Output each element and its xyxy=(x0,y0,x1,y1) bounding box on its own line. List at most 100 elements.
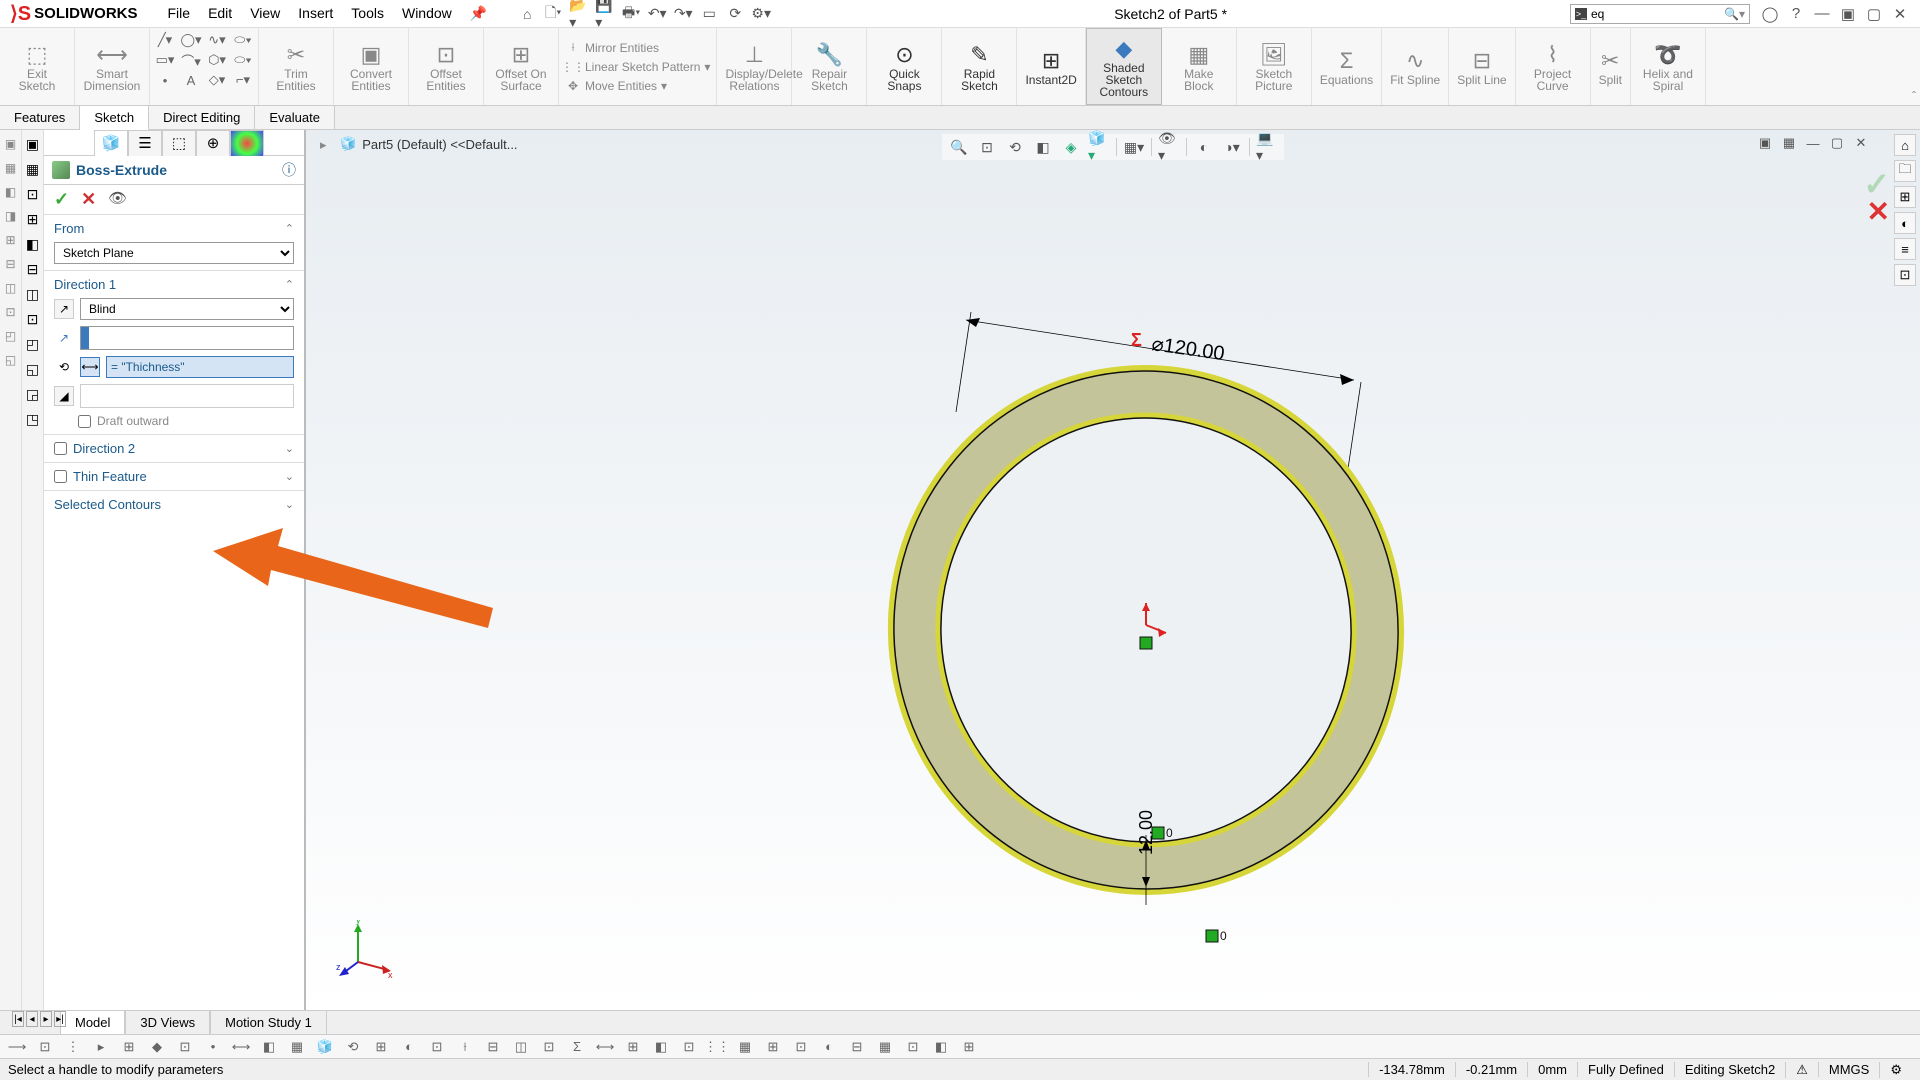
cancel-button[interactable]: ✕ xyxy=(81,189,96,210)
bt-ico-22[interactable]: ⟷ xyxy=(596,1038,614,1056)
bt-ico-10[interactable]: ◧ xyxy=(260,1038,278,1056)
vp-tile-icon[interactable]: ▣ xyxy=(1756,134,1774,152)
bt-ico-20[interactable]: ⊡ xyxy=(540,1038,558,1056)
bt-ico-14[interactable]: ⊞ xyxy=(372,1038,390,1056)
sketch-picture-button[interactable]: 🖼 Sketch Picture xyxy=(1237,28,1312,105)
taskpane-resources-icon[interactable]: ⌂ xyxy=(1894,134,1916,156)
dynamic-view-icon[interactable]: ◈ xyxy=(1060,136,1082,158)
rail-ico-3[interactable]: ◧ xyxy=(3,184,19,200)
vp-close-icon[interactable]: ✕ xyxy=(1852,134,1870,152)
section-dir1-header[interactable]: Direction 1 ⌃ xyxy=(54,277,294,292)
rapid-sketch-button[interactable]: ✎ Rapid Sketch xyxy=(942,28,1017,105)
tab-direct-editing[interactable]: Direct Editing xyxy=(149,106,255,129)
rail2-ico-8[interactable]: ⊡ xyxy=(27,311,39,328)
depth-refresh-icon[interactable]: ⟲ xyxy=(54,357,74,377)
edit-appearance-icon[interactable]: ◐ xyxy=(1193,136,1215,158)
depth-equation-input[interactable]: = "Thichness" xyxy=(106,356,294,378)
bt-ico-4[interactable]: ▸ xyxy=(92,1038,110,1056)
shaded-sketch-button[interactable]: ◆ Shaded Sketch Contours xyxy=(1086,28,1162,105)
bt-ico-21[interactable]: Σ xyxy=(568,1038,586,1056)
view-settings-icon[interactable]: 💻▾ xyxy=(1256,136,1278,158)
rail2-ico-5[interactable]: ◧ xyxy=(26,236,39,253)
split-line-button[interactable]: ⊟ Split Line xyxy=(1449,28,1515,105)
redo-icon[interactable]: ↷▾ xyxy=(673,4,693,24)
circle-icon[interactable]: ◯▾ xyxy=(182,31,200,49)
section-thin-feature[interactable]: Thin Feature ⌄ xyxy=(44,463,304,491)
cancel-feature-icon[interactable]: ✕ xyxy=(1867,195,1890,228)
bt-ico-35[interactable]: ⊞ xyxy=(960,1038,978,1056)
depth-icon[interactable]: ⟷ xyxy=(80,357,100,377)
bt-ico-5[interactable]: ⊞ xyxy=(120,1038,138,1056)
rail2-ico-12[interactable]: ◳ xyxy=(26,411,39,428)
vp-max-icon[interactable]: ▢ xyxy=(1828,134,1846,152)
menu-window[interactable]: Window xyxy=(402,5,452,22)
mirror-icon[interactable]: ⟊ xyxy=(565,40,581,56)
bt-ico-3[interactable]: ⋮ xyxy=(64,1038,82,1056)
rail-ico-10[interactable]: ◱ xyxy=(3,352,19,368)
bt-ico-2[interactable]: ⊡ xyxy=(36,1038,54,1056)
equations-button[interactable]: Σ Equations xyxy=(1312,28,1382,105)
bt-ico-13[interactable]: ⟲ xyxy=(344,1038,362,1056)
direction-vector-input[interactable] xyxy=(80,326,294,350)
zoom-area-icon[interactable]: ⊡ xyxy=(976,136,998,158)
draft-icon[interactable]: ◢ xyxy=(54,386,74,406)
bt-ico-17[interactable]: ⟊ xyxy=(456,1038,474,1056)
taskpane-design-icon[interactable]: 🗀 xyxy=(1894,160,1916,182)
direction-arrow-icon[interactable]: ↗ xyxy=(54,328,74,348)
bt-ico-9[interactable]: ⟷ xyxy=(232,1038,250,1056)
taskpane-view-icon[interactable]: ⊞ xyxy=(1894,186,1916,208)
vp-min-icon[interactable]: — xyxy=(1804,134,1822,152)
home-icon[interactable]: ⌂ xyxy=(517,4,537,24)
convert-entities-button[interactable]: ▣ Convert Entities xyxy=(334,28,409,105)
rectangle-icon[interactable]: ▭▾ xyxy=(156,51,174,69)
bt-ico-12[interactable]: 🧊 xyxy=(316,1038,334,1056)
rail2-ico-1[interactable]: ▣ xyxy=(26,136,39,153)
split-button[interactable]: ✂ Split xyxy=(1591,28,1631,105)
select-icon[interactable]: ▭ xyxy=(699,4,719,24)
view-orientation-icon[interactable]: 🧊▾ xyxy=(1088,136,1110,158)
rail-ico-6[interactable]: ⊟ xyxy=(3,256,19,272)
hide-show-icon[interactable]: 👁▾ xyxy=(1158,136,1180,158)
status-alert-icon[interactable]: ⚠ xyxy=(1785,1062,1818,1078)
line-icon[interactable]: ╱▾ xyxy=(156,31,174,49)
rail-ico-8[interactable]: ⊡ xyxy=(3,304,19,320)
rail2-ico-4[interactable]: ⊞ xyxy=(27,211,39,228)
bt-ico-8[interactable]: • xyxy=(204,1038,222,1056)
ribbon-collapse-icon[interactable]: ˆ xyxy=(1912,89,1916,103)
help-icon[interactable]: ? xyxy=(1786,5,1806,22)
bt-ico-30[interactable]: ◐ xyxy=(820,1038,838,1056)
panel-tab-dim[interactable]: ⊕ xyxy=(196,130,230,156)
panel-tab-feature[interactable]: 🧊 xyxy=(94,130,128,156)
rail2-ico-2[interactable]: ▦ xyxy=(26,161,39,178)
rail-ico-1[interactable]: ▣ xyxy=(3,136,19,152)
taskpane-custom-icon[interactable]: ≡ xyxy=(1894,238,1916,260)
panel-tab-config[interactable]: ☰ xyxy=(128,130,162,156)
breadcrumb[interactable]: ▸ 🧊 Part5 (Default) <<Default... xyxy=(320,136,518,152)
rail2-ico-10[interactable]: ◱ xyxy=(26,361,39,378)
rebuild-icon[interactable]: ⟳ xyxy=(725,4,745,24)
apply-scene-icon[interactable]: ◑▾ xyxy=(1221,136,1243,158)
print-icon[interactable]: 🖶▾ xyxy=(621,4,641,24)
bt-ico-29[interactable]: ⊡ xyxy=(792,1038,810,1056)
tab-evaluate[interactable]: Evaluate xyxy=(255,106,335,129)
search-icon[interactable]: 🔍▾ xyxy=(1724,7,1745,21)
rail2-ico-9[interactable]: ◰ xyxy=(26,336,39,353)
ok-button[interactable]: ✓ xyxy=(54,189,69,210)
end-condition-select[interactable]: Blind xyxy=(80,298,294,320)
bt-ico-7[interactable]: ⊡ xyxy=(176,1038,194,1056)
offset-entities-button[interactable]: ⊡ Offset Entities xyxy=(409,28,484,105)
pattern-icon[interactable]: ⋮⋮ xyxy=(565,59,581,75)
direction2-checkbox[interactable] xyxy=(54,442,67,455)
bt-ico-25[interactable]: ⊡ xyxy=(680,1038,698,1056)
bt-ico-32[interactable]: ▦ xyxy=(876,1038,894,1056)
bt-ico-31[interactable]: ⊟ xyxy=(848,1038,866,1056)
menu-view[interactable]: View xyxy=(250,5,280,22)
smart-dimension-button[interactable]: ⟷ Smart Dimension xyxy=(75,28,150,105)
section-view-icon[interactable]: ◧ xyxy=(1032,136,1054,158)
from-select[interactable]: Sketch Plane xyxy=(54,242,294,264)
repair-sketch-button[interactable]: 🔧 Repair Sketch xyxy=(792,28,867,105)
preview-icon[interactable]: 👁 xyxy=(108,189,127,210)
spline-icon[interactable]: ∿▾ xyxy=(208,31,226,49)
polygon-icon[interactable]: ⬡▾ xyxy=(208,51,226,69)
menu-file[interactable]: File xyxy=(168,5,191,22)
